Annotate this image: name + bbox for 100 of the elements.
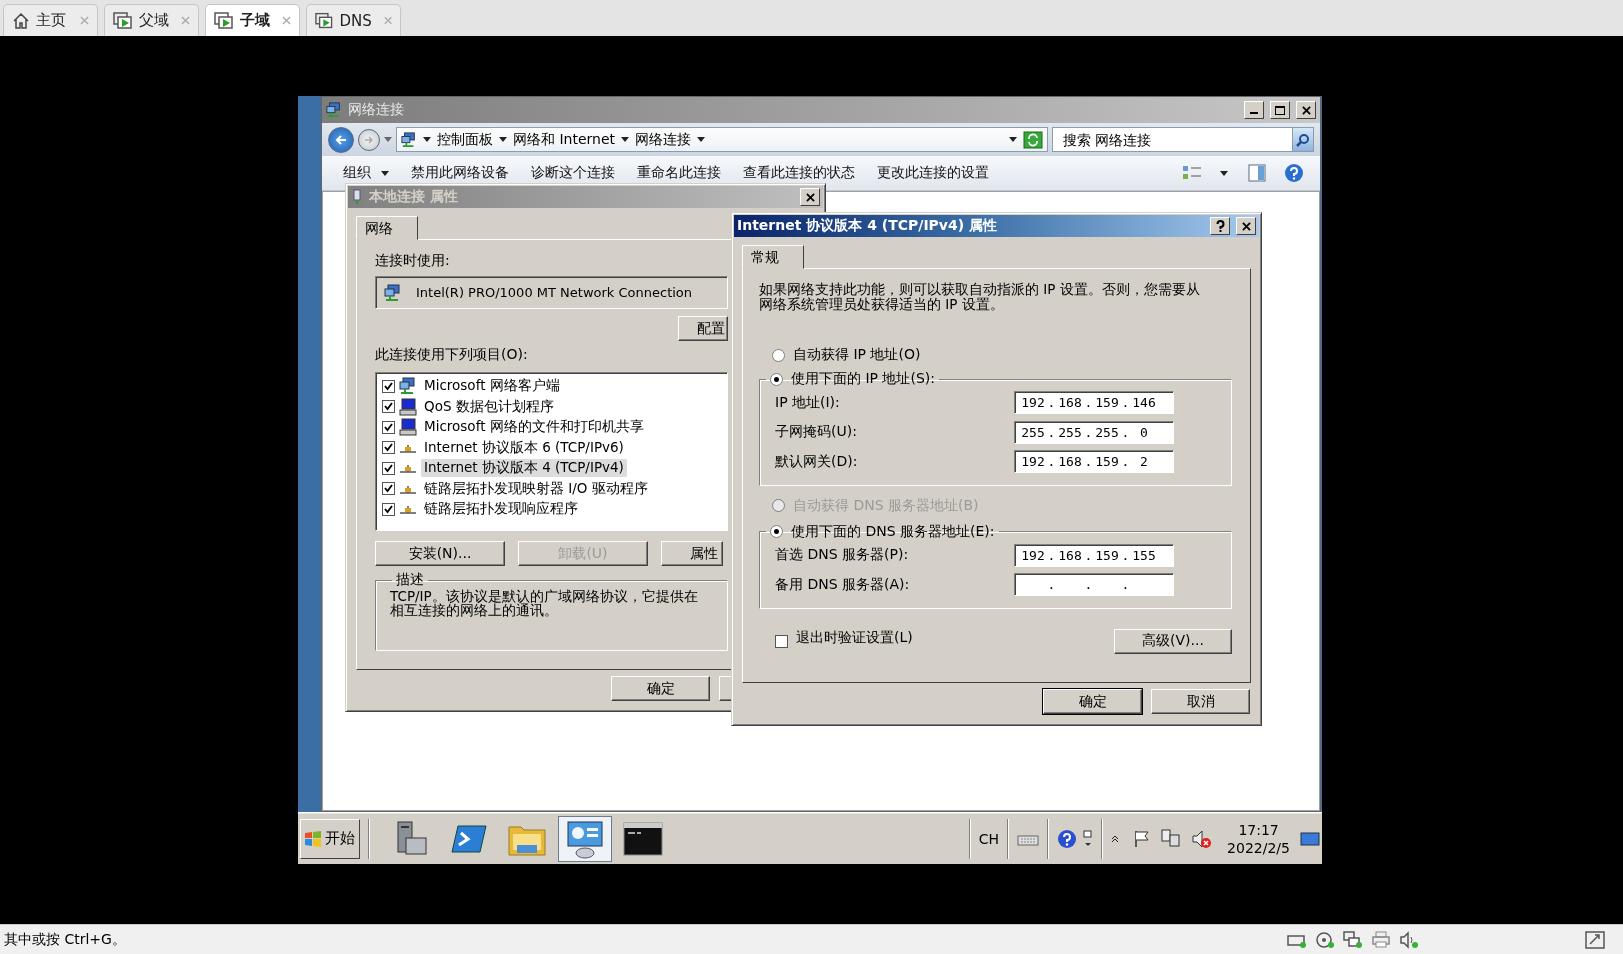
list-item[interactable]: 链路层拓扑发现响应程序 bbox=[421, 500, 581, 519]
close-button[interactable] bbox=[1236, 217, 1256, 235]
chevron-up-icon[interactable] bbox=[1111, 834, 1120, 843]
network-icon bbox=[401, 131, 417, 148]
dialog-title: 本地连接 属性 bbox=[369, 188, 458, 206]
powershell-icon bbox=[450, 823, 488, 854]
network-adapter-icon bbox=[1343, 930, 1363, 949]
advanced-button[interactable]: 高级(V)... bbox=[1114, 628, 1232, 654]
ip-address-field[interactable]: 192 . 168 . 159 . 155 bbox=[1014, 543, 1174, 567]
caret-icon bbox=[1009, 137, 1017, 142]
back-button[interactable] bbox=[328, 126, 354, 153]
description-text: 相互连接的网络上的通讯。 bbox=[390, 603, 558, 617]
forward-button[interactable] bbox=[358, 128, 380, 151]
radio-label: 自动获得 DNS 服务器地址(B) bbox=[793, 496, 979, 515]
speaker-muted-icon[interactable] bbox=[1191, 828, 1214, 849]
console-icon bbox=[623, 821, 663, 856]
flag-icon[interactable] bbox=[1133, 829, 1152, 848]
preview-pane-icon[interactable] bbox=[1248, 164, 1266, 182]
checkbox[interactable] bbox=[382, 441, 395, 455]
vm-tab[interactable]: 主页 bbox=[3, 4, 98, 36]
network-icon bbox=[326, 102, 342, 118]
view-icon[interactable] bbox=[1182, 165, 1202, 181]
configure-button[interactable]: 配置 bbox=[678, 316, 728, 341]
close-icon bbox=[181, 16, 190, 25]
search-field[interactable]: 搜索 网络连接 bbox=[1052, 127, 1292, 152]
toolbar-command[interactable]: 查看此连接的状态 bbox=[732, 158, 866, 188]
breadcrumb-item[interactable]: 控制面板 bbox=[437, 130, 493, 149]
ip-address-field[interactable]: 255 . 255 . 255 . 0 bbox=[1014, 420, 1174, 444]
speaker-icon bbox=[1399, 930, 1419, 949]
radio-button[interactable] bbox=[772, 348, 785, 362]
checkbox[interactable] bbox=[382, 379, 395, 393]
radio-button[interactable] bbox=[770, 372, 783, 386]
network-icon bbox=[384, 283, 402, 302]
list-item[interactable]: Microsoft 网络的文件和打印机共享 bbox=[421, 418, 647, 437]
start-button[interactable]: 开始 bbox=[300, 818, 360, 859]
list-item[interactable]: Internet 协议版本 4 (TCP/IPv4) bbox=[421, 459, 627, 478]
close-button[interactable] bbox=[1296, 101, 1316, 119]
field-label: 默认网关(D): bbox=[775, 452, 858, 471]
radio-button[interactable] bbox=[770, 525, 783, 538]
question-mark-icon bbox=[1215, 220, 1225, 232]
checkbox[interactable] bbox=[382, 420, 395, 434]
language-indicator[interactable]: CH bbox=[978, 830, 1000, 847]
adapter-field: Intel(R) PRO/1000 MT Network Connection bbox=[375, 276, 728, 309]
computer-icon bbox=[399, 397, 417, 416]
vm-tab[interactable]: 子域 bbox=[205, 4, 300, 36]
restore-icon[interactable] bbox=[1083, 828, 1094, 849]
network-icon[interactable] bbox=[1161, 828, 1182, 849]
dialog-button[interactable]: 安装(N)... bbox=[375, 541, 505, 566]
taskbar-app[interactable] bbox=[558, 815, 612, 862]
breadcrumb-item[interactable]: 网络和 Internet bbox=[513, 130, 616, 149]
printer-icon bbox=[1371, 930, 1391, 949]
cancel-button[interactable]: 取消 bbox=[1151, 689, 1250, 714]
search-button[interactable] bbox=[1292, 127, 1314, 152]
field-label: IP 地址(I): bbox=[775, 393, 840, 412]
checkbox[interactable] bbox=[382, 482, 395, 496]
dialog-tab[interactable]: 常规 bbox=[742, 245, 804, 269]
clock-date: 2022/2/5 bbox=[1227, 838, 1290, 857]
vm-tab[interactable]: DNS bbox=[306, 4, 401, 36]
address-bar[interactable]: 控制面板 网络和 Internet 网络连接 bbox=[396, 127, 1048, 152]
toolbar-command[interactable]: 组织 bbox=[332, 158, 400, 188]
caret-icon bbox=[697, 137, 706, 142]
network-icon bbox=[399, 377, 417, 396]
close-icon bbox=[80, 16, 89, 25]
radio-label: 使用下面的 IP 地址(S): bbox=[791, 370, 935, 388]
list-item[interactable]: Microsoft 网络客户端 bbox=[421, 377, 563, 396]
ok-button[interactable]: 确定 bbox=[611, 676, 710, 701]
list-item[interactable]: QoS 数据包计划程序 bbox=[421, 397, 557, 416]
checkbox[interactable] bbox=[382, 400, 395, 414]
list-item[interactable]: Internet 协议版本 6 (TCP/IPv6) bbox=[421, 438, 627, 457]
list-item[interactable]: 链路层拓扑发现映射器 I/O 驱动程序 bbox=[421, 479, 651, 498]
ip-address-field[interactable]: . . . bbox=[1014, 573, 1174, 597]
ok-button[interactable]: 确定 bbox=[1043, 689, 1142, 714]
items-label: 此连接使用下列项目(O): bbox=[375, 346, 528, 364]
ip-address-field[interactable]: 192 . 168 . 159 . 2 bbox=[1014, 450, 1174, 474]
checkbox[interactable] bbox=[775, 634, 788, 648]
help-button[interactable] bbox=[1210, 217, 1230, 235]
back-arrow-icon bbox=[335, 134, 347, 145]
maximize-button[interactable] bbox=[1270, 101, 1290, 119]
close-icon bbox=[805, 192, 815, 202]
toolbar-command[interactable]: 更改此连接的设置 bbox=[866, 158, 1000, 188]
show-desktop-icon[interactable] bbox=[1300, 830, 1320, 847]
ip-address-field[interactable]: 192 . 168 . 159 . 146 bbox=[1014, 391, 1174, 415]
radio-label: 使用下面的 DNS 服务器地址(E): bbox=[791, 522, 995, 541]
dialog-tab[interactable]: 网络 bbox=[356, 216, 418, 240]
checkbox[interactable] bbox=[382, 502, 395, 516]
toolbar-command[interactable]: 禁用此网络设备 bbox=[400, 158, 520, 188]
help-icon[interactable] bbox=[1284, 163, 1304, 183]
checkbox[interactable] bbox=[382, 461, 395, 475]
vm-icon bbox=[113, 11, 133, 30]
radio-label: 自动获得 IP 地址(O) bbox=[793, 346, 921, 364]
toolbar-command[interactable]: 诊断这个连接 bbox=[520, 158, 626, 188]
dialog-button[interactable]: 属性 bbox=[661, 541, 723, 566]
close-button[interactable] bbox=[800, 188, 820, 206]
dialog-title: Internet 协议版本 4 (TCP/IPv4) 属性 bbox=[737, 217, 997, 235]
minimize-button[interactable] bbox=[1244, 101, 1264, 119]
vm-tab[interactable]: 父域 bbox=[104, 4, 199, 36]
refresh-icon[interactable] bbox=[1023, 130, 1043, 149]
help-icon[interactable] bbox=[1057, 828, 1078, 849]
breadcrumb-item[interactable]: 网络连接 bbox=[635, 130, 692, 149]
toolbar-command[interactable]: 重命名此连接 bbox=[626, 158, 732, 188]
